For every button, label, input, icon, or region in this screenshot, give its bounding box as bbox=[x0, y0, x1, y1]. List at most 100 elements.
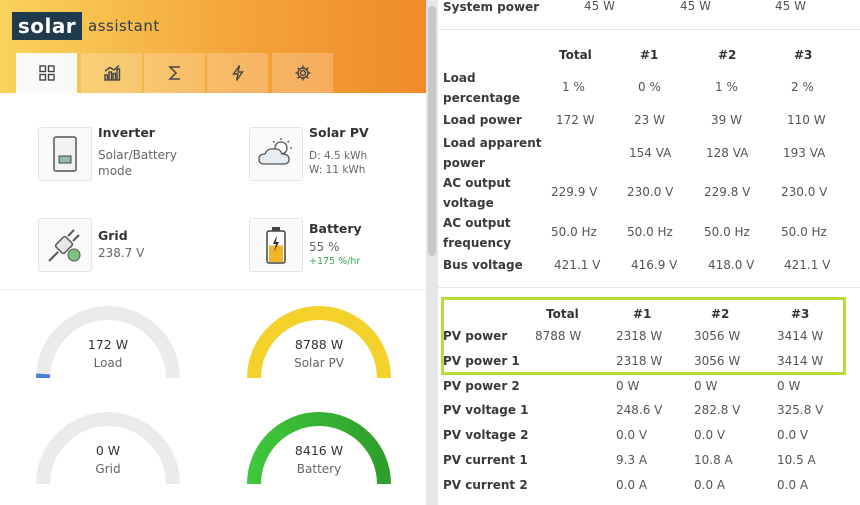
pv-cell: 3056 W bbox=[694, 329, 741, 343]
pv-header-1: #1 bbox=[633, 307, 652, 321]
pv-cell: 10.5 A bbox=[777, 453, 816, 467]
cell: 50.0 Hz bbox=[781, 225, 827, 239]
pv-cell: 248.6 V bbox=[616, 403, 663, 417]
load-header-1: #1 bbox=[640, 48, 659, 62]
row-label-line2: voltage bbox=[443, 196, 494, 210]
pv-cell: 2318 W bbox=[616, 329, 663, 343]
logo-mark: solar bbox=[12, 12, 82, 40]
grid-gauge-label: Grid bbox=[95, 462, 121, 476]
load-header-total: Total bbox=[559, 48, 592, 62]
gear-icon bbox=[295, 65, 310, 81]
cell: 193 VA bbox=[783, 146, 826, 160]
pv-cell: 3056 W bbox=[694, 354, 741, 368]
scrollbar-thumb[interactable] bbox=[428, 6, 436, 256]
grid-card[interactable]: Grid 238.7 V bbox=[38, 218, 238, 278]
grid-gauge[interactable]: 0 W Grid bbox=[36, 412, 180, 494]
cell: 230.0 V bbox=[627, 185, 674, 199]
tab-settings[interactable] bbox=[272, 53, 333, 93]
solar-pv-gauge-value: 8788 W bbox=[294, 337, 344, 352]
solar-pv-card[interactable]: Solar PV D: 4.5 kWh W: 11 kWh bbox=[249, 125, 419, 187]
pv-header-2: #2 bbox=[711, 307, 730, 321]
pv-row-label: PV voltage 1 bbox=[443, 403, 529, 417]
pv-cell: 0 W bbox=[616, 379, 640, 393]
cell: 0 % bbox=[638, 80, 661, 94]
cell: 1 % bbox=[715, 80, 738, 94]
load-gauge-value: 172 W bbox=[87, 337, 129, 352]
cell: 50.0 Hz bbox=[627, 225, 673, 239]
battery-card[interactable]: Battery 55 % +175 %/hr bbox=[249, 218, 419, 278]
pv-cell: 0.0 A bbox=[616, 478, 648, 492]
row-label-line2: power bbox=[443, 156, 485, 170]
battery-gauge-label: Battery bbox=[296, 462, 342, 476]
tab-power[interactable] bbox=[207, 53, 268, 93]
pv-row-label: PV current 1 bbox=[443, 453, 528, 467]
cell: 50.0 Hz bbox=[704, 225, 750, 239]
grid-voltage: 238.7 V bbox=[98, 246, 145, 260]
row-label-line1: Load apparent bbox=[443, 136, 542, 150]
pv-row-label: PV current 2 bbox=[443, 478, 528, 492]
cloud-sun-icon bbox=[258, 138, 292, 165]
cell: 421.1 V bbox=[784, 258, 831, 272]
left-panel-scrollbar[interactable] bbox=[426, 0, 438, 505]
pv-cell: 0 W bbox=[777, 379, 801, 393]
pv-cell: 0.0 A bbox=[777, 478, 809, 492]
chart-bars-icon bbox=[103, 64, 120, 81]
pv-row-label: PV voltage 2 bbox=[443, 428, 529, 442]
inverter-icon-box bbox=[38, 127, 92, 181]
row-divider bbox=[438, 29, 860, 30]
pv-cell: 0.0 V bbox=[777, 428, 809, 442]
load-header-2: #2 bbox=[718, 48, 737, 62]
system-power-value-2: 45 W bbox=[680, 0, 711, 13]
solar-pv-gauge[interactable]: 8788 W Solar PV bbox=[247, 306, 391, 388]
logo-word: assistant bbox=[88, 17, 160, 35]
cell: 2 % bbox=[791, 80, 814, 94]
cell: 418.0 V bbox=[708, 258, 755, 272]
cell: 416.9 V bbox=[631, 258, 678, 272]
battery-gauge[interactable]: 8416 W Battery bbox=[247, 412, 391, 494]
pv-row-label: PV power 1 bbox=[443, 354, 520, 368]
sigma-icon bbox=[167, 66, 180, 80]
solar-pv-gauge-label: Solar PV bbox=[294, 356, 344, 370]
system-power-value-1: 45 W bbox=[584, 0, 615, 13]
row-label-line1: AC output bbox=[443, 216, 511, 230]
row-label-line2: percentage bbox=[443, 91, 521, 105]
battery-icon-box bbox=[249, 218, 303, 272]
cell: 1 % bbox=[562, 80, 585, 94]
pv-cell: 0.0 A bbox=[694, 478, 726, 492]
lightning-icon bbox=[231, 65, 244, 81]
system-power-value-3: 45 W bbox=[775, 0, 806, 13]
cell: 110 W bbox=[787, 113, 826, 127]
inverter-card[interactable]: Inverter Solar/Battery mode bbox=[38, 125, 238, 187]
tab-totals[interactable] bbox=[144, 53, 205, 93]
pv-cell: 8788 W bbox=[535, 329, 582, 343]
battery-icon bbox=[266, 227, 286, 264]
load-gauge[interactable]: 172 W Load bbox=[36, 306, 180, 388]
pv-cell: 0.0 V bbox=[616, 428, 648, 442]
row-divider bbox=[438, 287, 860, 288]
inverter-icon bbox=[53, 136, 77, 172]
solar-pv-weekly: W: 11 kWh bbox=[309, 164, 366, 176]
cell: 230.0 V bbox=[781, 185, 828, 199]
section-divider bbox=[0, 289, 426, 290]
tab-charts[interactable] bbox=[81, 53, 142, 93]
pv-cell: 10.8 A bbox=[694, 453, 733, 467]
dashboard-panel: solar assistant Inverter Solar/Battery m… bbox=[0, 0, 426, 505]
cell: 39 W bbox=[711, 113, 742, 127]
pv-cell: 325.8 V bbox=[777, 403, 824, 417]
row-label-load-power: Load power bbox=[443, 113, 522, 127]
pv-cell: 0.0 V bbox=[694, 428, 726, 442]
cell: 154 VA bbox=[629, 146, 672, 160]
battery-rate: +175 %/hr bbox=[309, 256, 361, 267]
details-panel: System power 45 W 45 W 45 W Total #1 #2 … bbox=[438, 0, 860, 505]
inverter-mode-line1: Solar/Battery bbox=[98, 148, 178, 162]
pv-row-label: PV power 2 bbox=[443, 379, 520, 393]
app-header: solar assistant bbox=[0, 0, 426, 93]
pv-cell: 2318 W bbox=[616, 354, 663, 368]
pv-cell: 282.8 V bbox=[694, 403, 741, 417]
system-power-label: System power bbox=[443, 0, 540, 14]
row-label-line1: Load bbox=[443, 71, 476, 85]
pv-row-label: PV power bbox=[443, 329, 508, 343]
load-gauge-label: Load bbox=[93, 356, 123, 370]
tab-dashboard[interactable] bbox=[16, 53, 77, 93]
solar-icon-box bbox=[249, 127, 303, 181]
